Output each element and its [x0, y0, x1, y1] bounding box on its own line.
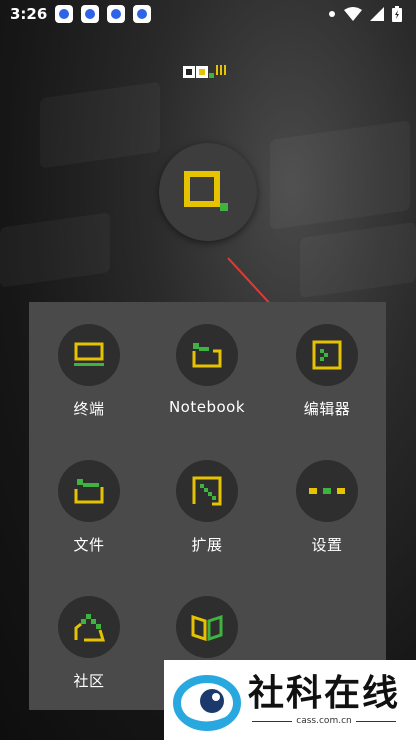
- tile-files[interactable]: 文件: [29, 460, 149, 580]
- editor-icon: [312, 340, 342, 370]
- divider: [252, 720, 293, 722]
- settings-icon-circle: [296, 460, 358, 522]
- wifi-icon: [344, 7, 362, 21]
- watermark-title: 社科在线: [248, 673, 401, 714]
- app-logo-icon: [183, 65, 226, 78]
- notebook-folder-icon: [192, 343, 222, 368]
- dot-icon: [329, 11, 335, 17]
- files-icon-circle: [58, 460, 120, 522]
- tile-editor[interactable]: 编辑器: [267, 324, 387, 444]
- terminal-icon-circle: [58, 324, 120, 386]
- background-texture: [300, 221, 416, 299]
- editor-icon-circle: [296, 324, 358, 386]
- tile-settings[interactable]: 设置: [267, 460, 387, 580]
- baidu-icon: [81, 5, 100, 23]
- book-icon-circle: [176, 596, 238, 658]
- app-logo-icon: [184, 171, 228, 211]
- divider: [355, 720, 396, 722]
- tile-community[interactable]: 社区: [29, 596, 149, 716]
- community-icon-circle: [58, 596, 120, 658]
- tile-label: 编辑器: [303, 400, 351, 418]
- tile-notebook[interactable]: Notebook: [147, 324, 267, 444]
- background-texture: [0, 212, 110, 288]
- tile-label: 设置: [311, 536, 343, 554]
- baidu-icon: [55, 5, 74, 23]
- main-launcher-button[interactable]: [159, 143, 257, 241]
- cloud-logo-icon: [173, 675, 241, 731]
- folder-icon: [74, 479, 104, 504]
- battery-icon: [392, 6, 402, 22]
- extension-icon: [192, 476, 222, 506]
- watermark-subtitle: cass.com.cn: [296, 716, 352, 726]
- status-time: 3:26: [10, 5, 48, 23]
- extensions-icon-circle: [176, 460, 238, 522]
- watermark-text: 社科在线 cass.com.cn: [248, 673, 401, 727]
- baidu-icon: [107, 5, 126, 23]
- watermark-banner: 社科在线 cass.com.cn: [164, 660, 416, 740]
- status-right-icons: [328, 6, 402, 22]
- tile-label: 文件: [73, 536, 105, 554]
- notebook-icon-circle: [176, 324, 238, 386]
- baidu-icon: [133, 5, 152, 23]
- signal-icon: [370, 7, 384, 21]
- settings-dots-icon: [309, 488, 345, 494]
- tile-terminal[interactable]: 终端: [29, 324, 149, 444]
- background-texture: [270, 120, 410, 230]
- tile-label: 社区: [73, 672, 105, 690]
- background-texture: [40, 81, 160, 169]
- watermark-subtitle-row: cass.com.cn: [252, 716, 396, 726]
- status-bar: 3:26: [0, 0, 416, 28]
- tile-extensions[interactable]: 扩展: [147, 460, 267, 580]
- book-icon: [191, 614, 223, 641]
- tile-label: 扩展: [191, 536, 223, 554]
- tile-label: 终端: [73, 400, 105, 418]
- launcher-panel: 终端 Notebook 编辑器 文件 扩展 设置 社区: [29, 302, 386, 710]
- community-house-icon: [74, 614, 106, 642]
- terminal-icon: [74, 342, 104, 366]
- tile-label: Notebook: [168, 398, 246, 416]
